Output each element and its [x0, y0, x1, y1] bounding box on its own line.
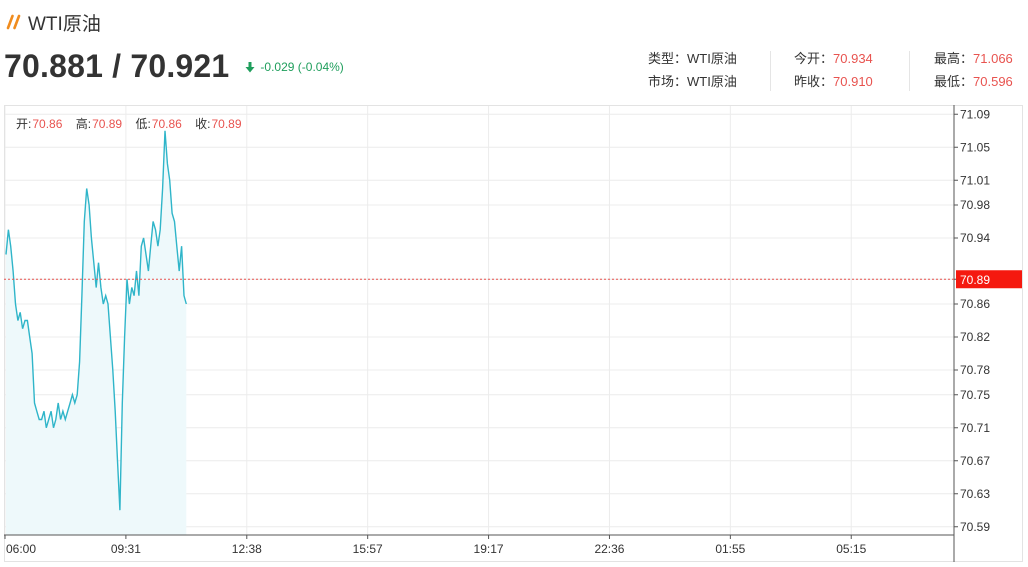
x-tick-label: 19:17 — [474, 542, 504, 556]
y-tick-label: 70.71 — [960, 421, 990, 435]
ohlc-open: 70.86 — [32, 117, 63, 131]
ohlc-low: 70.86 — [151, 117, 182, 131]
x-axis-labels: 06:00 09:31 12:38 15:57 19:17 22:36 01:55 05:15 — [4, 535, 867, 556]
market-value: WTI原油 — [687, 74, 737, 89]
high-value: 71.066 — [973, 51, 1013, 66]
double-slash-icon — [6, 14, 21, 30]
prev-close-value: 70.910 — [833, 74, 873, 89]
y-tick-label: 70.82 — [960, 330, 990, 344]
y-tick-label: 71.05 — [960, 140, 990, 154]
stats-type-market: 类型：WTI原油 市场：WTI原油 — [648, 51, 737, 89]
y-axis-labels: 70.59 70.63 70.67 70.71 70.75 70.78 70.82 70.86… — [954, 107, 990, 534]
y-tick-label: 70.63 — [960, 487, 990, 501]
open-value: 70.934 — [833, 51, 873, 66]
price-area — [6, 130, 187, 536]
arrow-down-icon — [245, 61, 255, 72]
y-tick-label: 70.78 — [960, 363, 990, 377]
stats-open-prev: 今开：70.934 昨收：70.910 — [794, 51, 873, 89]
y-tick-label: 70.59 — [960, 520, 990, 534]
x-tick-label: 01:55 — [715, 542, 745, 556]
x-tick-label: 15:57 — [353, 542, 383, 556]
price-chart[interactable]: 70.59 70.63 70.67 70.71 70.75 70.78 70.82 70.86… — [4, 105, 1024, 563]
page-title: WTI原油 — [6, 9, 101, 35]
ohlc-legend: 开:70.86 高:70.89 低:70.86 收:70.89 — [16, 117, 242, 131]
x-tick-label: 06:00 — [6, 542, 36, 556]
ohlc-close: 70.89 — [211, 117, 242, 131]
bid-ask-price: 70.881 / 70.921 — [4, 48, 230, 84]
stats-high-low: 最高：71.066 最低：70.596 — [934, 51, 1013, 89]
current-price-label: 70.89 — [960, 273, 990, 287]
type-value: WTI原油 — [687, 51, 737, 66]
price-change: -0.029 (-0.04%) — [245, 59, 344, 74]
stats-divider — [770, 51, 771, 91]
instrument-name: WTI原油 — [28, 13, 101, 35]
low-value: 70.596 — [973, 74, 1013, 89]
y-tick-label: 70.98 — [960, 198, 990, 212]
y-tick-label: 70.75 — [960, 388, 990, 402]
y-tick-label: 71.09 — [960, 107, 990, 121]
change-value: -0.029 (-0.04%) — [260, 59, 344, 74]
quote-row: 70.881 / 70.921 -0.029 (-0.04%) — [4, 48, 344, 85]
x-tick-label: 22:36 — [594, 542, 624, 556]
y-tick-label: 71.01 — [960, 173, 990, 187]
x-tick-label: 12:38 — [232, 542, 262, 556]
y-tick-label: 70.94 — [960, 231, 990, 245]
y-tick-label: 70.86 — [960, 297, 990, 311]
ohlc-high: 70.89 — [92, 117, 123, 131]
x-tick-label: 09:31 — [111, 542, 141, 556]
y-tick-label: 70.67 — [960, 454, 990, 468]
stats-divider — [909, 51, 910, 91]
chart-svg[interactable]: 70.59 70.63 70.67 70.71 70.75 70.78 70.82 70.86… — [4, 105, 1024, 563]
x-tick-label: 05:15 — [836, 542, 866, 556]
